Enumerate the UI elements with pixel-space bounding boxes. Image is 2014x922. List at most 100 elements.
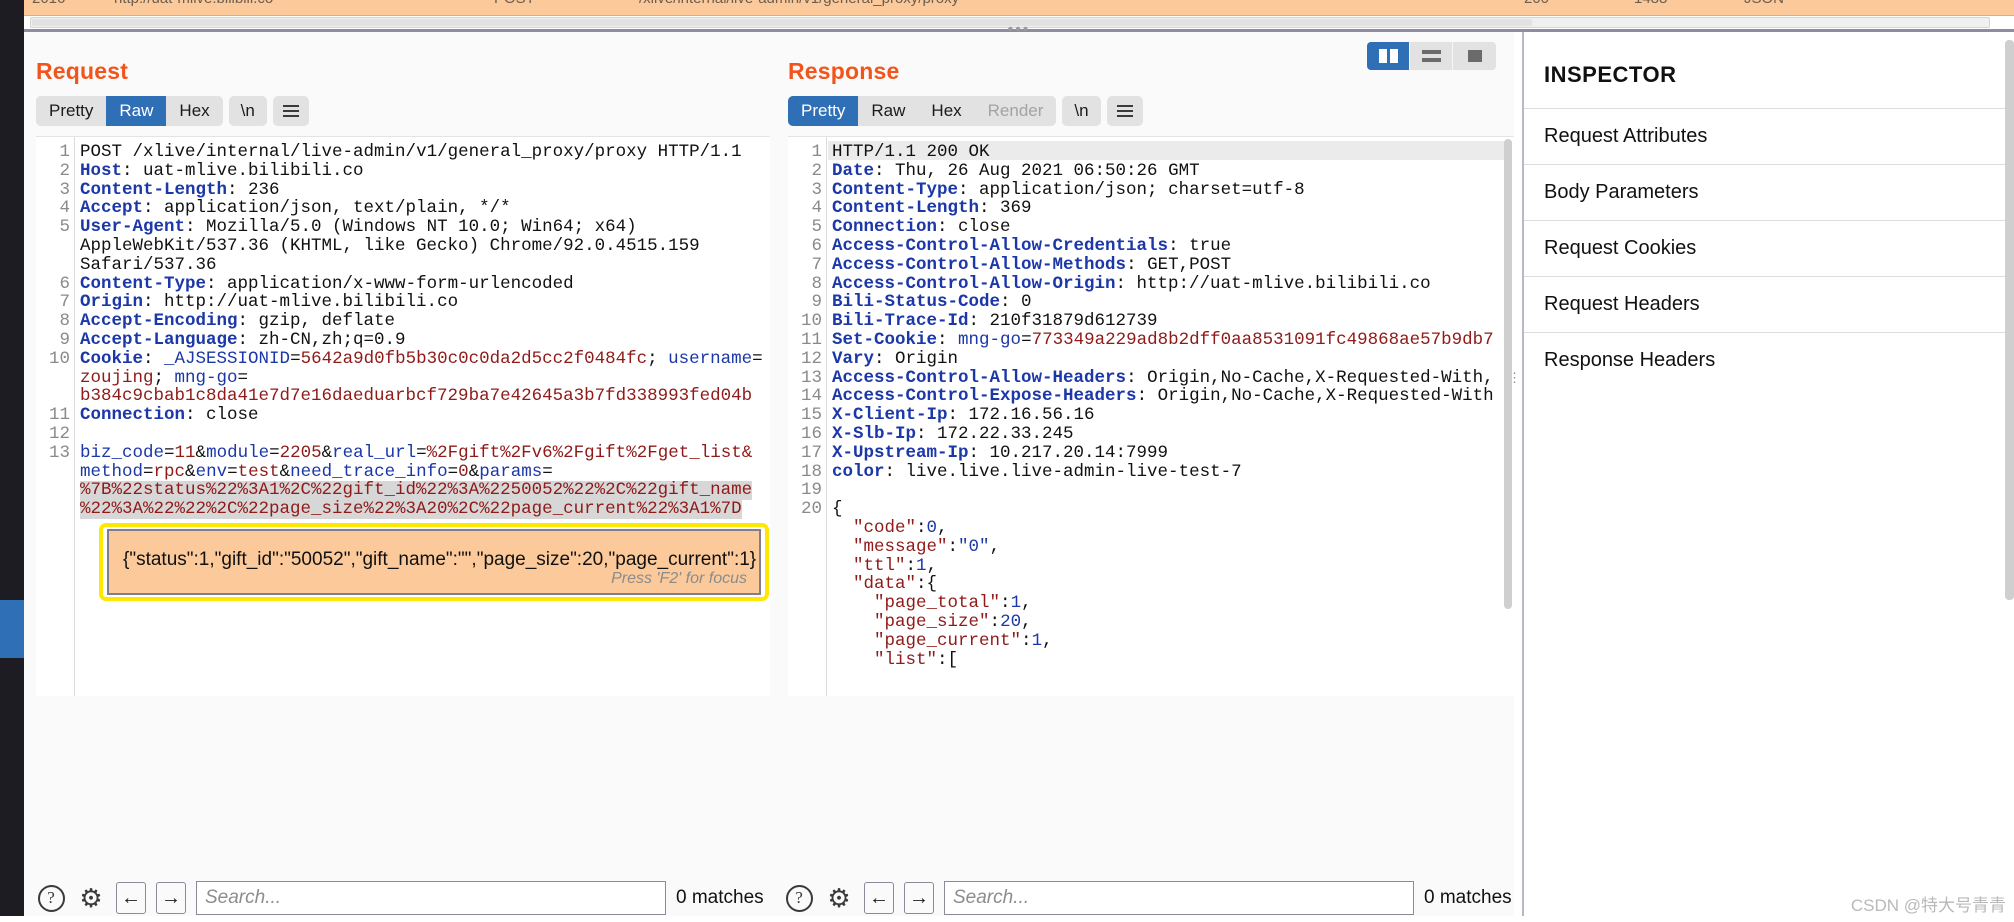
split-view-button[interactable] xyxy=(1367,42,1410,70)
code-token: Accept-Encoding xyxy=(80,311,238,332)
code-token: :{ xyxy=(916,574,938,595)
request-menu-icon[interactable] xyxy=(272,96,309,126)
code-line[interactable]: X-Upstream-Ip: 10.217.20.14:7999 xyxy=(832,443,1168,463)
code-line[interactable]: "page_total":1, xyxy=(832,594,1032,613)
code-token: = xyxy=(752,348,763,369)
request-help-button[interactable]: ? xyxy=(36,883,66,913)
response-tab-hex[interactable]: Hex xyxy=(918,96,975,126)
code-token: : xyxy=(989,612,1001,632)
code-line[interactable]: biz_code=11&module=2205&real_url=%2Fgift… xyxy=(80,442,752,463)
inspector-row-body-parameters[interactable]: Body Parameters xyxy=(1524,164,2014,220)
request-search-input[interactable] xyxy=(196,881,666,915)
code-line[interactable]: Content-Type: application/x-www-form-url… xyxy=(80,274,574,294)
request-list-strip[interactable]: 2016 http://uat-mlive.bilibili.co POST/xli… xyxy=(24,0,2014,16)
code-line[interactable]: HTTP/1.1 200 OK xyxy=(832,143,990,162)
code-line[interactable]: "data":{ xyxy=(832,575,937,594)
response-tab-raw[interactable]: Raw xyxy=(858,96,919,126)
code-line[interactable]: Safari/537.36 xyxy=(80,255,217,275)
code-line[interactable]: method=rpc&env=test&need_trace_info=0&pa… xyxy=(80,461,553,482)
code-line[interactable]: Host: uat-mlive.bilibili.co xyxy=(80,161,364,181)
code-token: "list" xyxy=(874,649,938,670)
response-editor[interactable]: 1 HTTP/1.1 200 OK 2 Date: Thu, 26 Aug 2021 … xyxy=(788,136,1514,696)
request-tab-raw[interactable]: Raw xyxy=(106,96,167,126)
code-line[interactable]: %22%3A%22%22%2C%22page_size%22%3A20%2C%2… xyxy=(80,500,742,519)
response-settings-button[interactable]: ⚙ xyxy=(824,883,854,913)
code-token: 11 xyxy=(174,442,196,463)
horizontal-scrollbar-thumb[interactable] xyxy=(32,19,1532,26)
request-settings-button[interactable]: ⚙ xyxy=(76,883,106,913)
code-token: 0 xyxy=(458,461,469,482)
single-view-button[interactable] xyxy=(1453,42,1496,70)
response-search-next-button[interactable]: → xyxy=(904,882,934,914)
code-token: = xyxy=(164,442,175,463)
response-format-tabs[interactable]: Pretty Raw Hex Render xyxy=(788,96,1057,126)
response-tab-render: Render xyxy=(974,96,1057,126)
code-line[interactable]: Content-Length: 236 xyxy=(80,180,280,200)
code-line[interactable]: zoujing; mng-go= xyxy=(80,368,248,388)
outer-vertical-scrollbar[interactable] xyxy=(2005,40,2014,600)
code-line[interactable]: Accept-Encoding: gzip, deflate xyxy=(80,312,395,331)
request-format-tabs[interactable]: Pretty Raw Hex xyxy=(36,96,223,126)
code-line[interactable]: Content-Length: 369 xyxy=(832,199,1032,218)
help-icon: ? xyxy=(37,884,65,912)
code-line[interactable]: Date: Thu, 26 Aug 2021 06:50:26 GMT xyxy=(832,160,1200,181)
code-line[interactable]: "ttl":1, xyxy=(832,556,937,576)
code-line[interactable]: b384c9cbab1c8da41e7d7e16daeduarbcf729ba7… xyxy=(80,387,752,406)
request-search-next-button[interactable]: → xyxy=(156,882,186,914)
response-search-prev-button[interactable]: ← xyxy=(864,882,894,914)
line-number: 6 xyxy=(59,273,70,294)
code-line[interactable]: User-Agent: Mozilla/5.0 (Windows NT 10.0… xyxy=(80,218,637,237)
code-line[interactable]: Connection: close xyxy=(832,218,1011,237)
panel-splitter-right[interactable]: ⋮ xyxy=(1508,371,1521,412)
code-line[interactable]: X-Slb-Ip: 172.22.33.245 xyxy=(832,425,1074,444)
code-line[interactable]: Access-Control-Allow-Credentials: true xyxy=(832,237,1231,256)
code-line[interactable]: "page_current":1, xyxy=(832,631,1053,651)
request-search-prev-button[interactable]: ← xyxy=(116,882,146,914)
code-line[interactable]: %7B%22status%22%3A1%2C%22gift_id%22%3A%2… xyxy=(80,481,753,501)
response-search-input[interactable] xyxy=(944,881,1414,915)
view-mode-group[interactable] xyxy=(1367,42,1496,70)
request-tab-hex[interactable]: Hex xyxy=(166,96,223,126)
response-menu-icon[interactable] xyxy=(1106,96,1143,126)
code-line[interactable]: color: live.live.live-admin-live-test-7 xyxy=(832,462,1242,482)
code-line[interactable]: POST /xlive/internal/live-admin/v1/gener… xyxy=(80,143,742,162)
code-line[interactable]: Access-Control-Allow-Methods: GET,POST xyxy=(832,255,1231,275)
code-line[interactable]: Access-Control-Allow-Headers: Origin,No-… xyxy=(832,368,1494,388)
code-line[interactable]: AppleWebKit/537.36 (KHTML, like Gecko) C… xyxy=(80,237,700,256)
code-token: Date xyxy=(832,160,875,181)
code-line[interactable]: { xyxy=(832,500,843,519)
code-line[interactable]: Accept: application/json, text/plain, */… xyxy=(80,199,511,218)
response-tab-pretty[interactable]: Pretty xyxy=(788,96,859,126)
stacked-view-button[interactable] xyxy=(1410,42,1453,70)
code-line[interactable]: Set-Cookie: mng-go=773349a229ad8b2dff0aa… xyxy=(832,331,1494,350)
code-line[interactable]: Origin: http://uat-mlive.bilibili.co xyxy=(80,293,458,312)
code-line[interactable]: "list":[ xyxy=(832,649,958,670)
code-line[interactable]: "code":0, xyxy=(832,519,948,538)
code-token: : xyxy=(947,536,959,557)
code-line[interactable]: Access-Control-Allow-Origin: http://uat-… xyxy=(832,274,1431,294)
response-help-button[interactable]: ? xyxy=(784,883,814,913)
request-newline-toggle[interactable]: \n xyxy=(228,96,267,126)
code-line[interactable]: Vary: Origin xyxy=(832,349,958,369)
left-nav-rail xyxy=(0,0,24,922)
code-line[interactable]: Bili-Trace-Id: 210f31879d612739 xyxy=(832,312,1158,331)
request-list-row[interactable]: 2016 http://uat-mlive.bilibili.co POST/xli… xyxy=(24,0,2014,15)
code-line[interactable]: X-Client-Ip: 172.16.56.16 xyxy=(832,406,1095,425)
code-line[interactable]: Content-Type: application/json; charset=… xyxy=(832,180,1305,200)
code-line[interactable]: "page_size":20, xyxy=(832,613,1032,632)
response-newline-toggle[interactable]: \n xyxy=(1062,96,1101,126)
code-line[interactable]: Accept-Language: zh-CN,zh;q=0.9 xyxy=(80,331,406,350)
request-tab-pretty[interactable]: Pretty xyxy=(36,96,107,126)
code-line[interactable]: "message":"0", xyxy=(832,536,1000,557)
code-line[interactable]: Cookie: _AJSESSIONID=5642a9d0fb5b30c0c0d… xyxy=(80,348,763,369)
request-editor[interactable]: 1 POST /xlive/internal/live-admin/v1/gene… xyxy=(36,136,770,696)
inspector-row-response-headers[interactable]: Response Headers xyxy=(1524,332,2014,388)
inspector-row-request-cookies[interactable]: Request Cookies xyxy=(1524,220,2014,276)
inspector-row-request-headers[interactable]: Request Headers xyxy=(1524,276,2014,332)
code-line[interactable]: Access-Control-Expose-Headers: Origin,No… xyxy=(832,387,1494,406)
code-token: Content-Length xyxy=(832,198,980,219)
code-line[interactable]: Connection: close xyxy=(80,406,259,425)
left-rail-selected-marker[interactable] xyxy=(0,600,24,658)
inspector-row-request-attributes[interactable]: Request Attributes xyxy=(1524,108,2014,164)
code-line[interactable]: Bili-Status-Code: 0 xyxy=(832,293,1032,312)
